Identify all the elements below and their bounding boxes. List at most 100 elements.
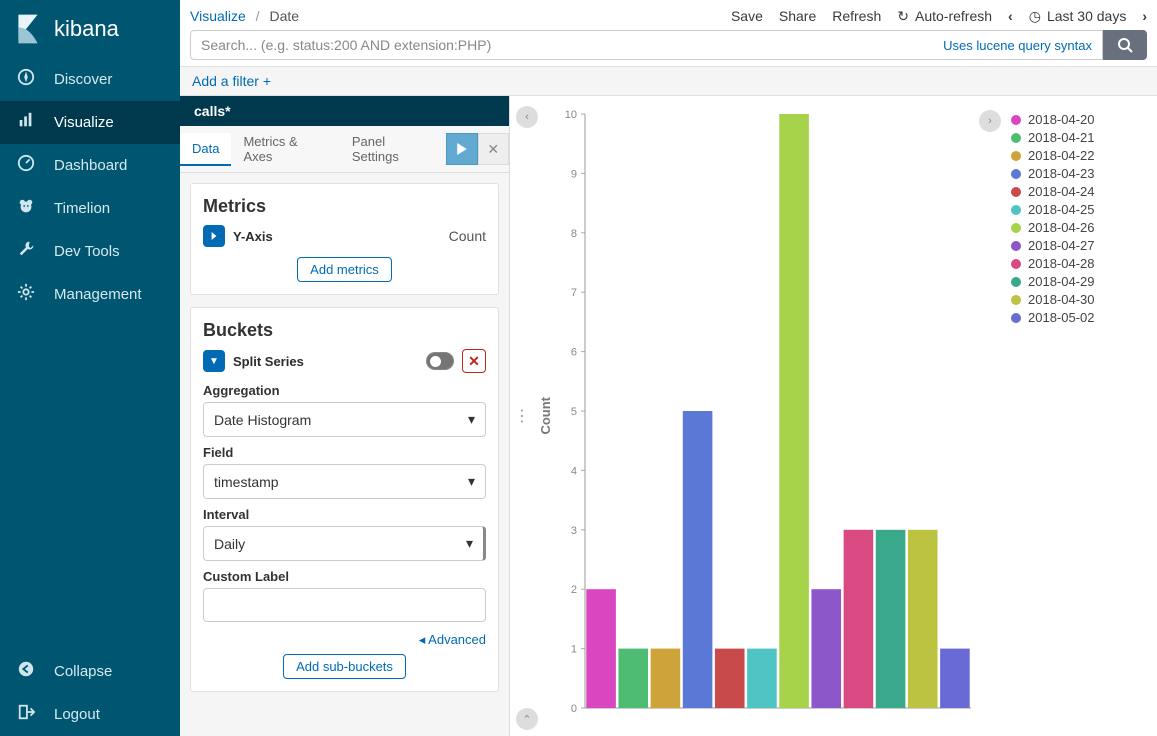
legend-toggle[interactable]: › [979,110,1001,132]
play-icon [456,143,468,155]
autorefresh-action[interactable]: ↻ Auto-refresh [897,8,992,25]
search-button[interactable] [1103,30,1147,60]
caret-down-icon: ▼ [209,356,219,367]
chart-area: 012345678910 [557,108,1007,724]
bucket-enable-toggle[interactable] [426,352,454,370]
nav-item-timelion[interactable]: Timelion [0,187,180,230]
legend-dot-icon [1011,295,1021,305]
bar[interactable] [683,411,713,708]
nav-item-dev-tools[interactable]: Dev Tools [0,230,180,273]
bar[interactable] [779,114,809,708]
legend-dot-icon [1011,241,1021,251]
nav-label: Discover [54,71,112,88]
svg-text:4: 4 [571,465,577,477]
share-action[interactable]: Share [779,8,816,24]
brand[interactable]: kibana [0,0,180,58]
aggregation-label: Aggregation [203,383,486,398]
metric-value: Count [449,228,486,244]
footer-item-collapse[interactable]: Collapse [0,650,180,693]
tab-metrics-axes[interactable]: Metrics & Axes [231,126,339,172]
nav: Discover Visualize DashboardTimelion Dev To… [0,58,180,650]
apply-button[interactable] [446,133,477,165]
timerange-prev[interactable]: ‹ [1008,8,1013,24]
lucene-hint[interactable]: Uses lucene query syntax [943,38,1092,53]
add-sub-buckets-button[interactable]: Add sub-buckets [283,654,406,679]
brand-text: kibana [54,16,119,42]
bucket-row: ▼ Split Series ✕ [203,349,486,373]
sidebar-footer: CollapseLogout [0,650,180,736]
nav-item-management[interactable]: Management [0,273,180,316]
bar[interactable] [747,649,777,708]
config-panel: calls* Data Metrics & Axes Panel Setting… [180,96,510,736]
dashboard-icon [17,154,35,172]
bar[interactable] [811,589,841,708]
legend-item[interactable]: 2018-04-21 [1011,130,1149,145]
discard-button[interactable]: ✕ [478,133,509,165]
bucket-remove-button[interactable]: ✕ [462,349,486,373]
bar[interactable] [940,649,970,708]
index-pattern-title[interactable]: calls* [180,96,509,126]
breadcrumb-page: Date [269,8,299,24]
tab-panel-settings[interactable]: Panel Settings [340,126,446,172]
refresh-action[interactable]: Refresh [832,8,881,24]
bar[interactable] [586,589,616,708]
search-icon [1117,37,1133,53]
field-select[interactable]: timestamp ▾ [203,464,486,499]
legend-item[interactable]: 2018-04-27 [1011,238,1149,253]
tab-data[interactable]: Data [180,133,231,166]
bucket-toggle[interactable]: ▼ [203,350,225,372]
timerange-next[interactable]: › [1142,8,1147,24]
advanced-link[interactable]: ◂ Advanced [203,632,486,648]
legend-item[interactable]: 2018-04-24 [1011,184,1149,199]
bar[interactable] [908,530,938,708]
legend-dot-icon [1011,169,1021,179]
legend-item[interactable]: 2018-04-29 [1011,274,1149,289]
legend-item[interactable]: 2018-04-23 [1011,166,1149,181]
timerange[interactable]: ◷ Last 30 days [1029,8,1127,25]
buckets-title: Buckets [203,320,486,341]
add-filter-link[interactable]: Add a filter + [192,73,271,89]
interval-select[interactable]: Daily ▾ [203,526,486,561]
legend-dot-icon [1011,187,1021,197]
nav-item-visualize[interactable]: Visualize [0,101,180,144]
panel-tabs: Data Metrics & Axes Panel Settings ✕ [180,126,509,173]
filter-bar: Add a filter + [180,66,1157,96]
bar[interactable] [618,649,648,708]
legend-item[interactable]: 2018-04-28 [1011,256,1149,271]
expand-panel-toggle[interactable]: ⌃ [516,708,538,730]
legend-item[interactable]: 2018-04-22 [1011,148,1149,163]
search-input[interactable] [201,37,933,53]
panel-options-handle[interactable]: ⋮ [514,406,530,426]
custom-label-label: Custom Label [203,569,486,584]
legend-item[interactable]: 2018-04-20 [1011,112,1149,127]
nav-label: Dev Tools [54,243,120,260]
legend-item[interactable]: 2018-04-25 [1011,202,1149,217]
legend-item[interactable]: 2018-04-26 [1011,220,1149,235]
gear-icon [17,283,35,301]
nav-item-dashboard[interactable]: Dashboard [0,144,180,187]
add-metrics-button[interactable]: Add metrics [297,257,392,282]
bar[interactable] [651,649,681,708]
aggregation-select[interactable]: Date Histogram ▾ [203,402,486,437]
save-action[interactable]: Save [731,8,763,24]
breadcrumb: Visualize / Date [190,8,731,24]
bar[interactable] [876,530,906,708]
legend-dot-icon [1011,151,1021,161]
collapse-panel-toggle[interactable]: ‹ [516,106,538,128]
breadcrumb-section[interactable]: Visualize [190,8,246,24]
bar-chart-icon [17,111,35,129]
legend-item[interactable]: 2018-05-02 [1011,310,1149,325]
compass-icon [17,68,35,86]
footer-item-logout[interactable]: Logout [0,693,180,736]
metric-toggle[interactable] [203,225,225,247]
nav-item-discover[interactable]: Discover [0,58,180,101]
bar[interactable] [844,530,874,708]
field-label: Field [203,445,486,460]
bar[interactable] [715,649,745,708]
nav-label: Visualize [54,114,114,131]
metric-row: Y-Axis Count [203,225,486,247]
legend-dot-icon [1011,205,1021,215]
interval-label: Interval [203,507,486,522]
legend-item[interactable]: 2018-04-30 [1011,292,1149,307]
custom-label-input[interactable] [203,588,486,622]
